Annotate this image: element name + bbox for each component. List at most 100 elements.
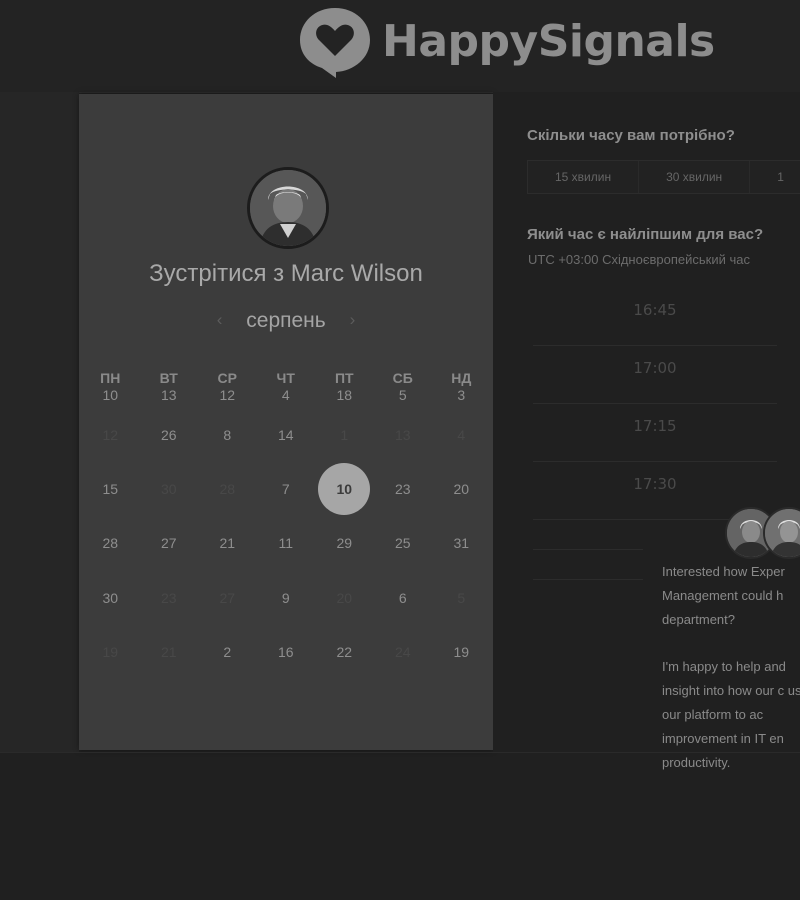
chat-agent-avatars <box>725 507 800 559</box>
calendar-day[interactable]: 7 <box>257 467 316 521</box>
calendar-day-number: 4 <box>281 387 290 403</box>
calendar-day-number: 1 <box>340 427 349 443</box>
duration-option-15[interactable]: 15 хвилин <box>528 161 638 193</box>
calendar-day-number: 12 <box>102 427 119 443</box>
calendar-day: 5 <box>432 576 491 630</box>
calendar-day-number: 8 <box>223 427 232 443</box>
calendar-day-number: 23 <box>394 481 411 498</box>
calendar-week-row: 28 27 21 11 29 25 31 <box>81 521 491 575</box>
calendar-day-number: 10 <box>102 387 119 403</box>
calendar-day[interactable]: 2 <box>198 630 257 684</box>
time-slot[interactable]: 17:00 <box>533 346 777 404</box>
calendar-day-number: 13 <box>394 427 411 443</box>
calendar-day: 12 <box>81 413 140 467</box>
time-slot-divider <box>533 520 643 550</box>
calendar-day-number: 29 <box>336 535 353 552</box>
calendar-day[interactable]: 3 <box>432 381 491 413</box>
duration-question: Скільки часу вам потрібно? <box>527 127 735 144</box>
person-photo-icon <box>765 509 800 557</box>
speech-heart-logo-icon <box>300 8 370 78</box>
calendar-day[interactable]: 22 <box>315 630 374 684</box>
time-slot-divider <box>533 550 643 580</box>
meeting-title: Зустрітися з Marc Wilson <box>149 260 423 287</box>
duration-option-60[interactable]: 1 <box>749 161 800 193</box>
host-avatar <box>247 167 329 249</box>
calendar-day[interactable]: 30 <box>81 576 140 630</box>
calendar-day[interactable]: 23 <box>374 467 433 521</box>
calendar-day[interactable]: 21 <box>198 521 257 575</box>
calendar-day-number: 3 <box>457 387 466 403</box>
calendar-day[interactable]: 5 <box>374 381 433 413</box>
timezone-label[interactable]: UTC +03:00 Східноєвропейський час <box>528 252 750 267</box>
calendar-day-number: 21 <box>219 535 236 552</box>
calendar-day[interactable]: 12 <box>198 381 257 413</box>
page: HappySignals Зустрітися з Marc Wilson ‹ … <box>0 0 800 900</box>
calendar-day-number: 14 <box>277 427 294 443</box>
brand-name: HappySignals <box>382 15 715 67</box>
calendar-day-number: 30 <box>160 481 177 498</box>
calendar-day-number: 21 <box>160 643 177 660</box>
time-slot[interactable]: 16:45 <box>533 288 777 346</box>
calendar-day-number: 25 <box>394 535 411 552</box>
left-panel <box>0 92 79 752</box>
calendar-day-number: 28 <box>102 535 119 552</box>
chat-popup[interactable]: Interested how Exper Management could h … <box>645 507 800 795</box>
brand-logo[interactable]: HappySignals <box>296 2 715 80</box>
calendar-day-number: 6 <box>398 589 407 606</box>
calendar-day[interactable]: 13 <box>140 381 199 413</box>
calendar-day: 28 <box>198 467 257 521</box>
calendar-day: 24 <box>374 630 433 684</box>
calendar-day[interactable]: 4 <box>257 381 316 413</box>
time-question: Який час є найліпшим для вас? <box>527 226 764 243</box>
calendar-day-selected[interactable]: 10 <box>315 463 374 521</box>
calendar-day-number: 27 <box>160 535 177 552</box>
calendar-day[interactable]: 29 <box>315 521 374 575</box>
calendar-day[interactable]: 27 <box>140 521 199 575</box>
month-navigation: ‹ серпень › <box>79 309 493 333</box>
calendar-grid: ПН ВТ СР ЧТ ПТ СБ НД 10 13 12 4 18 5 3 12 26 8 14 1… <box>81 367 491 684</box>
calendar-day[interactable]: 8 <box>198 413 257 467</box>
month-label: серпень <box>246 309 326 332</box>
time-slot[interactable]: 17:15 <box>533 404 777 462</box>
calendar-day-number: 12 <box>219 387 236 403</box>
calendar-day[interactable]: 19 <box>432 630 491 684</box>
calendar-day-number: 13 <box>160 387 177 403</box>
duration-selector: 15 хвилин 30 хвилин 1 <box>527 160 800 194</box>
calendar-day: 23 <box>140 576 199 630</box>
calendar-day[interactable]: 14 <box>257 413 316 467</box>
calendar-day-number: 15 <box>102 481 119 498</box>
calendar-day[interactable]: 9 <box>257 576 316 630</box>
calendar-day[interactable]: 20 <box>432 467 491 521</box>
calendar-day[interactable]: 16 <box>257 630 316 684</box>
calendar-card: Зустрітися з Marc Wilson ‹ серпень › ПН … <box>79 94 493 750</box>
calendar-day: 13 <box>374 413 433 467</box>
calendar-day-number: 28 <box>219 481 236 498</box>
calendar-day: 30 <box>140 467 199 521</box>
calendar-day-number: 27 <box>219 589 236 606</box>
calendar-day-number: 10 <box>318 463 371 516</box>
calendar-day-number: 5 <box>457 589 466 606</box>
calendar-day[interactable]: 11 <box>257 521 316 575</box>
calendar-day[interactable]: 18 <box>315 381 374 413</box>
prev-month-button[interactable]: ‹ <box>207 310 233 330</box>
calendar-day-number: 11 <box>278 535 294 552</box>
calendar-day[interactable]: 15 <box>81 467 140 521</box>
calendar-day-number: 20 <box>336 589 353 606</box>
calendar-day: 21 <box>140 630 199 684</box>
calendar-day[interactable]: 26 <box>140 413 199 467</box>
next-month-button[interactable]: › <box>340 310 366 330</box>
calendar-day-number: 31 <box>453 535 470 552</box>
calendar-day-number: 5 <box>398 387 407 403</box>
calendar-day-number: 4 <box>457 427 466 443</box>
calendar-day[interactable]: 28 <box>81 521 140 575</box>
calendar-day: 1 <box>315 413 374 467</box>
calendar-weeks: 10 13 12 4 18 5 3 12 26 8 14 1 13 4 15 30 28 7 10 23 20 28 27 2… <box>81 387 491 684</box>
calendar-day-number: 23 <box>160 589 177 606</box>
calendar-day[interactable]: 10 <box>81 381 140 413</box>
calendar-day[interactable]: 6 <box>374 576 433 630</box>
calendar-day[interactable]: 25 <box>374 521 433 575</box>
duration-option-30[interactable]: 30 хвилин <box>638 161 749 193</box>
footer-divider <box>0 752 800 753</box>
calendar-day[interactable]: 31 <box>432 521 491 575</box>
calendar-day: 4 <box>432 413 491 467</box>
